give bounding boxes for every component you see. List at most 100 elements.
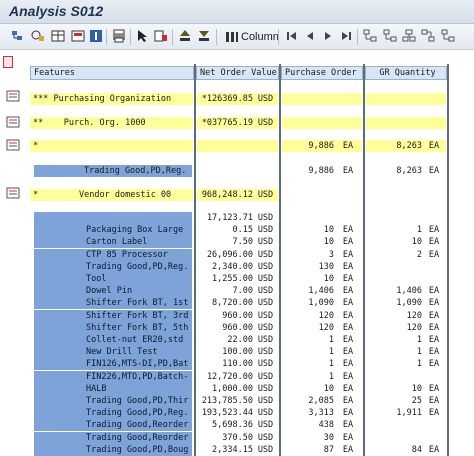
gr-quantity-cell[interactable]: 1,911 [366, 407, 422, 420]
net-order-value-cell[interactable]: 960.00 [197, 309, 253, 322]
row-detail-icon[interactable] [6, 187, 20, 199]
po-unit-cell[interactable]: EA [334, 165, 362, 177]
material-cell[interactable]: Trading Good,PD,Reg. [34, 407, 192, 420]
gr-quantity-cell[interactable]: 10 [366, 382, 422, 395]
info-icon[interactable] [88, 28, 104, 46]
selection-marker-icon[interactable] [3, 56, 13, 68]
net-order-value-cell[interactable]: 960.00 [197, 321, 253, 334]
net-order-value-cell[interactable] [197, 140, 253, 152]
currency-unit-cell[interactable]: USD [253, 117, 278, 129]
gr-unit-cell[interactable]: EA [422, 285, 446, 298]
material-cell[interactable]: Packaging Box Large [34, 224, 192, 237]
material-cell[interactable]: Trading Good,PD,Thir [34, 395, 192, 407]
expand-icon[interactable] [10, 28, 26, 46]
purchase-order-cell[interactable] [282, 117, 334, 129]
material-cell[interactable]: Carton Label [34, 236, 192, 249]
column-header-net-order-value[interactable]: Net Order Value [196, 66, 279, 80]
purchase-order-cell[interactable]: 3 [282, 248, 334, 261]
purchase-order-cell[interactable]: 1,406 [282, 285, 334, 298]
po-unit-cell[interactable]: EA [334, 297, 362, 310]
po-unit-cell[interactable] [334, 212, 362, 224]
gr-unit-cell[interactable]: EA [422, 358, 446, 371]
material-cell[interactable]: FIN126,MTS-DI,PD,Bat [34, 358, 192, 371]
gr-quantity-cell[interactable] [366, 212, 422, 224]
gr-quantity-cell[interactable]: 1,090 [366, 297, 422, 310]
net-order-value-cell[interactable]: *037765.19 [197, 117, 253, 129]
currency-unit-cell[interactable]: USD [253, 297, 278, 310]
gr-unit-cell[interactable]: EA [422, 236, 446, 249]
net-order-value-cell[interactable]: 2,334.15 [197, 443, 253, 456]
feature-cell[interactable]: *** Purchasing Organization [30, 93, 193, 105]
currency-unit-cell[interactable]: USD [253, 236, 278, 249]
material-cell[interactable]: New Drill Test [34, 346, 192, 359]
gr-unit-cell[interactable] [422, 117, 446, 129]
purchase-order-cell[interactable]: 9,886 [282, 140, 334, 152]
net-order-value-cell[interactable]: 370.50 [197, 431, 253, 444]
net-order-value-cell[interactable]: 8,720.00 [197, 297, 253, 310]
gr-quantity-cell[interactable]: 8,263 [366, 140, 422, 152]
purchase-order-cell[interactable]: 1 [282, 334, 334, 346]
gr-unit-cell[interactable]: EA [422, 140, 446, 152]
gr-quantity-cell[interactable] [366, 370, 422, 383]
gr-quantity-cell[interactable]: 10 [366, 236, 422, 249]
gr-quantity-cell[interactable]: 2 [366, 248, 422, 261]
po-unit-cell[interactable]: EA [334, 285, 362, 298]
gr-unit-cell[interactable]: EA [422, 297, 446, 310]
column-header-features[interactable]: Features [30, 66, 194, 80]
po-unit-cell[interactable]: EA [334, 273, 362, 285]
currency-unit-cell[interactable] [253, 140, 278, 152]
gr-unit-cell[interactable]: EA [422, 165, 446, 177]
material-cell[interactable]: Shifter Fork BT, 3rd [34, 309, 192, 322]
currency-unit-cell[interactable]: USD [253, 419, 278, 432]
purchase-order-cell[interactable]: 30 [282, 431, 334, 444]
purchase-order-cell[interactable]: 10 [282, 236, 334, 249]
currency-unit-cell[interactable]: USD [253, 224, 278, 237]
net-order-value-cell[interactable]: 968,248.12 [197, 189, 253, 201]
gr-unit-cell[interactable] [422, 93, 446, 105]
gr-quantity-cell[interactable] [366, 117, 422, 129]
gr-quantity-cell[interactable] [366, 419, 422, 432]
material-cell[interactable] [34, 212, 192, 224]
net-order-value-cell[interactable]: 7.00 [197, 285, 253, 298]
net-order-value-cell[interactable]: 193,523.44 [197, 407, 253, 420]
purchase-order-cell[interactable] [282, 93, 334, 105]
currency-unit-cell[interactable]: USD [253, 285, 278, 298]
column-button[interactable]: Column [225, 28, 279, 46]
hierarchy-icon[interactable] [30, 28, 46, 46]
gr-quantity-cell[interactable]: 120 [366, 321, 422, 334]
column-header-purchase-order[interactable]: Purchase Order [281, 66, 363, 80]
gr-quantity-cell[interactable]: 120 [366, 309, 422, 322]
gr-quantity-cell[interactable] [366, 93, 422, 105]
net-order-value-cell[interactable]: 17,123.71 [197, 212, 253, 224]
currency-unit-cell[interactable]: USD [253, 334, 278, 346]
po-unit-cell[interactable]: EA [334, 248, 362, 261]
net-order-value-cell[interactable]: 12,720.00 [197, 370, 253, 383]
purchase-order-cell[interactable]: 120 [282, 321, 334, 334]
gr-quantity-cell[interactable] [366, 189, 422, 201]
net-order-value-cell[interactable]: 1,255.00 [197, 273, 253, 285]
sum-icon[interactable] [70, 28, 86, 46]
currency-unit-cell[interactable]: USD [253, 321, 278, 334]
gr-unit-cell[interactable] [422, 189, 446, 201]
currency-unit-cell[interactable]: USD [253, 212, 278, 224]
purchase-order-cell[interactable]: 438 [282, 419, 334, 432]
net-order-value-cell[interactable]: 0.15 [197, 224, 253, 237]
net-order-value-cell[interactable]: 7.50 [197, 236, 253, 249]
po-unit-cell[interactable]: EA [334, 140, 362, 152]
gr-unit-cell[interactable]: EA [422, 382, 446, 395]
net-order-value-cell[interactable]: 22.00 [197, 334, 253, 346]
po-unit-cell[interactable] [334, 117, 362, 129]
gr-quantity-cell[interactable] [366, 260, 422, 273]
gr-unit-cell[interactable] [422, 260, 446, 273]
first-page-icon[interactable] [284, 28, 300, 46]
purchase-order-cell[interactable]: 9,886 [282, 165, 334, 177]
po-unit-cell[interactable]: EA [334, 358, 362, 371]
gr-unit-cell[interactable]: EA [422, 248, 446, 261]
gr-unit-cell[interactable] [422, 431, 446, 444]
feature-cell[interactable]: Trading Good,PD,Reg. [34, 165, 192, 177]
feature-cell[interactable]: ** Purch. Org. 1000 [30, 117, 193, 129]
po-unit-cell[interactable]: EA [334, 382, 362, 395]
purchase-order-cell[interactable]: 87 [282, 443, 334, 456]
filter-icon[interactable] [153, 28, 169, 46]
gr-quantity-cell[interactable]: 1 [366, 358, 422, 371]
